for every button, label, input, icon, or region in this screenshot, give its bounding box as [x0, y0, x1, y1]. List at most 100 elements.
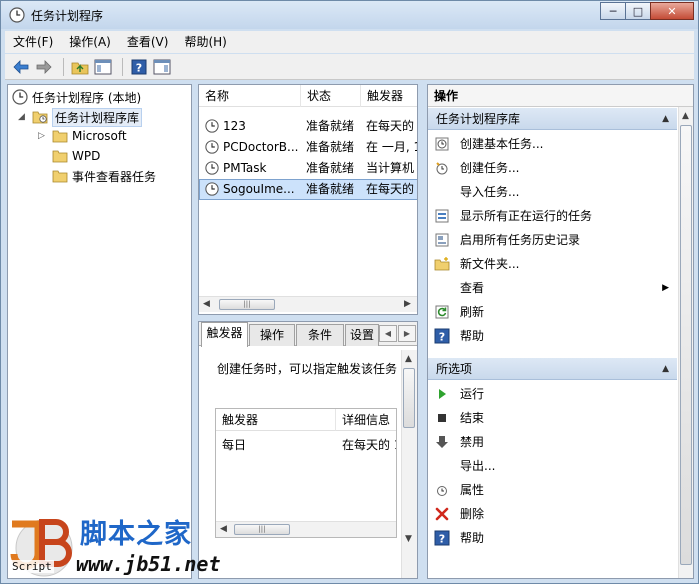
tab-settings[interactable]: 设置 [345, 324, 379, 346]
action-import-task[interactable]: 导入任务... [428, 180, 677, 204]
collapse-arrow-icon[interactable]: ◢ [18, 112, 28, 122]
table-row[interactable]: PCDoctorB... 准备就绪 在 一月, 1 [199, 137, 418, 158]
tree-item-event-viewer-tasks[interactable]: 事件查看器任务 [52, 166, 156, 186]
column-header-details[interactable]: 详细信息 [336, 409, 396, 431]
table-row[interactable]: 123 准备就绪 在每天的 [199, 116, 417, 137]
back-arrow-icon [13, 59, 29, 74]
watermark-url: www.jb51.net [76, 552, 221, 576]
section-task-library[interactable]: 任务计划程序库 ▲ [428, 108, 677, 130]
scroll-up-arrow-icon[interactable]: ▲ [682, 111, 689, 121]
action-label: 禁用 [460, 435, 485, 449]
action-label: 导出... [460, 459, 496, 473]
show-action-pane-button[interactable] [152, 57, 172, 77]
action-create-basic-task[interactable]: 创建基本任务... [428, 132, 677, 156]
forward-button[interactable] [34, 57, 54, 77]
expand-arrow-icon[interactable]: ▷ [38, 131, 48, 141]
action-delete[interactable]: 删除 [428, 502, 677, 526]
action-run[interactable]: 运行 [428, 382, 677, 406]
menu-action[interactable]: 操作(A) [61, 31, 119, 53]
menu-help[interactable]: 帮助(H) [176, 31, 234, 53]
scrollbar-thumb[interactable]: ||| [219, 299, 275, 310]
scroll-down-arrow-icon[interactable]: ▼ [405, 534, 412, 544]
action-properties[interactable]: 属性 [428, 478, 677, 502]
column-header-trigger[interactable]: 触发器 [216, 409, 336, 431]
task-detail-pane: 触发器 操作 条件 设置 ◀ ▶ 创建任务时，可以指定触发该任务 触发器 详细信… [198, 321, 418, 579]
vertical-scrollbar[interactable]: ▲ ▼ [401, 350, 417, 578]
action-export[interactable]: 导出... [428, 454, 677, 478]
horizontal-scrollbar[interactable]: ◀ ||| ▶ [199, 296, 417, 312]
toolbar: ? [5, 54, 694, 80]
window-title: 任务计划程序 [31, 9, 104, 23]
maximize-button[interactable]: □ [625, 2, 651, 20]
task-list-header: 名称 状态 触发器 [199, 85, 417, 107]
action-help[interactable]: ? 帮助 [428, 324, 677, 348]
section-selected-item[interactable]: 所选项 ▲ [428, 358, 677, 380]
forward-arrow-icon [36, 59, 52, 74]
title-bar[interactable]: 任务计划程序 ─ □ ✕ [1, 1, 698, 29]
scroll-left-arrow-icon[interactable]: ◀ [203, 299, 210, 309]
tab-actions[interactable]: 操作 [249, 324, 295, 346]
task-scheduler-window: 任务计划程序 ─ □ ✕ 文件(F) 操作(A) 查看(V) 帮助(H) ? 任… [0, 0, 699, 584]
minimize-button[interactable]: ─ [600, 2, 626, 20]
column-header-trigger[interactable]: 触发器 [361, 85, 417, 107]
help-icon: ? [131, 59, 147, 74]
folder-icon [52, 150, 68, 163]
table-row[interactable]: 每日 在每天的 1 [216, 435, 396, 456]
scrollbar-thumb[interactable]: ||| [234, 524, 290, 535]
column-header-status[interactable]: 状态 [301, 85, 361, 107]
up-folder-button[interactable] [70, 57, 90, 77]
collapse-caret-icon[interactable]: ▲ [662, 108, 669, 130]
show-hide-tree-button[interactable] [93, 57, 113, 77]
tree-item-wpd[interactable]: WPD [52, 146, 100, 166]
menu-file[interactable]: 文件(F) [5, 31, 61, 53]
action-enable-history[interactable]: 启用所有任务历史记录 [428, 228, 677, 252]
action-refresh[interactable]: 刷新 [428, 300, 677, 324]
scrollbar-thumb[interactable] [403, 368, 415, 428]
tree-item-root[interactable]: 任务计划程序 (本地) [12, 87, 141, 107]
action-show-running-tasks[interactable]: 显示所有正在运行的任务 [428, 204, 677, 228]
scrollbar-thumb[interactable] [680, 125, 692, 565]
action-end[interactable]: 结束 [428, 406, 677, 430]
end-icon [438, 414, 446, 422]
tab-scroll-right-icon[interactable]: ▶ [398, 325, 416, 342]
folder-icon [52, 130, 68, 143]
task-clock-icon [205, 140, 219, 154]
scroll-right-arrow-icon[interactable]: ▶ [404, 299, 411, 309]
toolbar-separator [63, 57, 64, 76]
help-toolbar-button[interactable]: ? [129, 57, 149, 77]
tree-item-library[interactable]: ◢ 任务计划程序库 [18, 107, 143, 127]
action-label: 帮助 [460, 329, 485, 343]
folder-icon [52, 170, 68, 183]
action-new-folder[interactable]: 新文件夹... [428, 252, 677, 276]
action-view[interactable]: 查看 ▶ [428, 276, 677, 300]
task-name: PCDoctorB... [223, 140, 299, 154]
menu-view[interactable]: 查看(V) [119, 31, 177, 53]
action-pane-icon [153, 59, 171, 74]
tab-conditions[interactable]: 条件 [296, 324, 344, 346]
menu-bar: 文件(F) 操作(A) 查看(V) 帮助(H) [5, 31, 694, 53]
horizontal-scrollbar[interactable]: ◀ ||| [216, 521, 396, 537]
close-button[interactable]: ✕ [650, 2, 694, 20]
disable-icon [436, 436, 448, 448]
table-row[interactable]: PMTask 准备就绪 当计算机 [199, 158, 417, 179]
tab-triggers[interactable]: 触发器 [201, 322, 248, 347]
table-row-selected[interactable]: SogouIme... 准备就绪 在每天的 [199, 179, 417, 200]
task-status: 准备就绪 [306, 119, 355, 133]
task-status: 准备就绪 [306, 161, 355, 175]
tab-scroll-left-icon[interactable]: ◀ [379, 325, 397, 342]
new-folder-icon [434, 257, 450, 271]
trigger-description: 创建任务时，可以指定触发该任务 [217, 362, 398, 376]
action-disable[interactable]: 禁用 [428, 430, 677, 454]
action-create-task[interactable]: 创建任务... [428, 156, 677, 180]
collapse-caret-icon[interactable]: ▲ [662, 358, 669, 380]
scroll-left-arrow-icon[interactable]: ◀ [220, 524, 227, 534]
action-help-selected[interactable]: ? 帮助 [428, 526, 677, 550]
watermark-script-label: Script [10, 560, 54, 573]
action-label: 启用所有任务历史记录 [460, 233, 581, 247]
tree-item-microsoft[interactable]: ▷ Microsoft [38, 126, 127, 146]
back-button[interactable] [11, 57, 31, 77]
task-trigger: 在 一月, 1 [366, 140, 418, 154]
scroll-up-arrow-icon[interactable]: ▲ [405, 354, 412, 364]
vertical-scrollbar[interactable]: ▲ [678, 107, 693, 578]
column-header-name[interactable]: 名称 [199, 85, 301, 107]
